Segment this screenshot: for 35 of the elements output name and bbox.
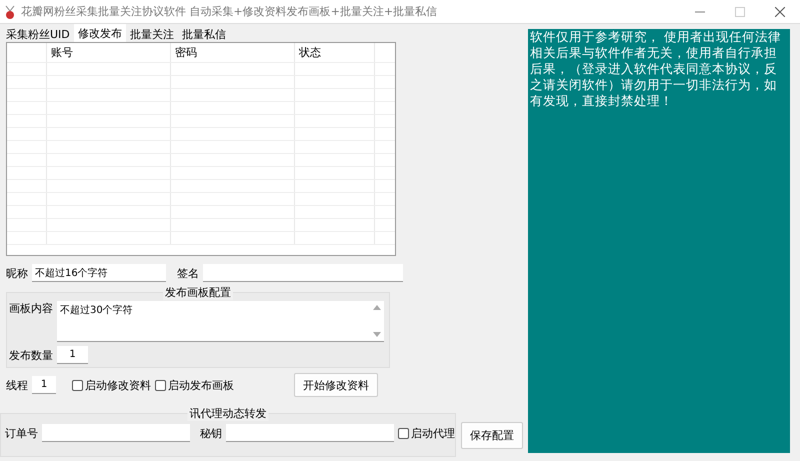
key-field[interactable] (226, 424, 394, 442)
field-label: 线程 (6, 378, 28, 392)
tab[interactable]: 修改发布 (74, 24, 126, 42)
checkbox[interactable]: 启动修改资料 (72, 378, 151, 392)
field-label: 秘钥 (200, 426, 222, 440)
order-field[interactable] (42, 424, 190, 442)
start-button[interactable]: 开始修改资料 (294, 373, 378, 397)
signature-field[interactable] (203, 264, 403, 282)
field-label: 昵称 (6, 266, 28, 280)
column-header: 账号 (51, 45, 73, 60)
content-field[interactable]: 不超过30个字符 (57, 301, 384, 342)
group-title: 发布画板配置 (163, 285, 233, 300)
field-label: 签名 (177, 266, 199, 280)
column-header: 密码 (175, 45, 197, 60)
count-field[interactable]: 1 (57, 346, 88, 364)
close-icon[interactable] (775, 6, 785, 16)
group-title: 讯代理动态转发 (188, 406, 268, 421)
checkbox[interactable]: 启动代理 (398, 426, 455, 440)
field-label: 订单号 (5, 426, 38, 440)
tab[interactable]: 批量私信 (178, 26, 230, 42)
checkbox[interactable]: 启动发布画板 (155, 378, 234, 392)
thread-field[interactable]: 1 (32, 376, 56, 394)
tab[interactable]: 批量关注 (126, 26, 178, 42)
field-label: 画板内容 (9, 301, 53, 317)
nickname-field[interactable]: 不超过16个字符 (32, 264, 166, 282)
scroll-down-icon[interactable] (373, 332, 381, 337)
save-button[interactable]: 保存配置 (461, 422, 523, 448)
notice-text: 软件仅用于参考研究， 使用者出现任何法律相关后果与软件作者无关，使用者自行承担后果，（登录进入软件代表同意本协议，反之请关闭软件）请勿用于一切非法行为，如有发现，直接封禁处理！ (530, 29, 781, 108)
field-label: 发布数量 (9, 348, 53, 362)
scroll-up-icon[interactable] (373, 305, 381, 310)
column-header: 状态 (299, 45, 321, 60)
app-icon (4, 4, 16, 18)
maximize-icon[interactable] (735, 6, 745, 16)
window-title: 花瓣网粉丝采集批量关注协议软件 自动采集+修改资料发布画板+批量关注+批量私信 (21, 4, 438, 19)
tab[interactable]: 采集粉丝UID (2, 26, 74, 42)
